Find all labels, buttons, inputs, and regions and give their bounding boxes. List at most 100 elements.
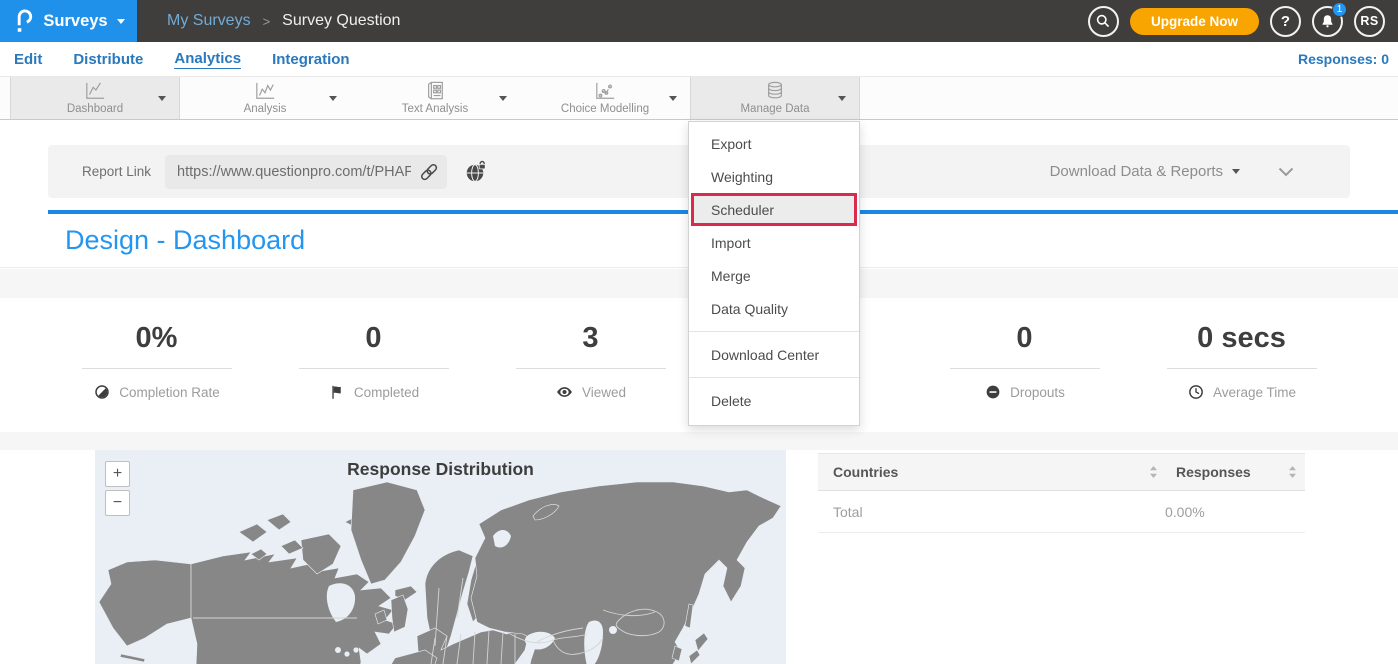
tab-manage-data[interactable]: Manage Data [690, 77, 860, 119]
table-row: Total 0.00% [818, 491, 1305, 533]
chevron-down-icon[interactable] [499, 96, 507, 101]
top-bar: Surveys My Surveys > Survey Question Upg… [0, 0, 1398, 42]
breadcrumb-my-surveys[interactable]: My Surveys [167, 12, 251, 30]
stat-label: Viewed [582, 385, 626, 400]
stat-label: Completed [354, 385, 419, 400]
flag-icon [328, 383, 346, 401]
menu-item-scheduler[interactable]: Scheduler [691, 193, 857, 226]
responses-count: Responses: 0 [1298, 51, 1398, 67]
notifications-button[interactable]: 1 [1312, 6, 1343, 37]
column-countries[interactable]: Countries [833, 464, 1149, 480]
breadcrumb: My Surveys > Survey Question [167, 12, 400, 30]
zoom-in-button[interactable]: + [105, 461, 130, 487]
analytics-toolbar: Dashboard Analysis Text Analysis [0, 76, 1398, 120]
stat-value: 0 [365, 324, 381, 353]
column-responses[interactable]: Responses [1176, 464, 1288, 480]
help-button[interactable]: ? [1270, 6, 1301, 37]
report-link-label: Report Link [82, 164, 151, 179]
download-data-reports-menu[interactable]: Download Data & Reports [1050, 163, 1223, 180]
tab-label: Analysis [244, 103, 287, 115]
stat-viewed: 3 Viewed [482, 298, 699, 432]
menu-item-import[interactable]: Import [689, 226, 859, 259]
chevron-down-icon[interactable] [669, 96, 677, 101]
countries-table-header: Countries Responses [818, 453, 1305, 491]
divider [516, 368, 666, 369]
menu-item-weighting[interactable]: Weighting [689, 160, 859, 193]
report-link-url[interactable]: https://www.questionpro.com/t/PHAF [177, 164, 411, 180]
line-chart-icon [84, 81, 106, 101]
menu-item-merge[interactable]: Merge [689, 259, 859, 292]
country-cell: Total [833, 504, 1165, 520]
divider [82, 368, 232, 369]
stat-average-time: 0 secs Average Time [1133, 298, 1350, 432]
chevron-down-icon[interactable] [158, 96, 166, 101]
chevron-down-icon [117, 19, 125, 24]
upgrade-now-button[interactable]: Upgrade Now [1130, 8, 1259, 35]
menu-divider [689, 377, 859, 378]
stat-completed: 0 Completed [265, 298, 482, 432]
menu-item-data-quality[interactable]: Data Quality [689, 292, 859, 325]
topbar-actions: Upgrade Now ? 1 RS [1088, 6, 1398, 37]
chevron-down-icon[interactable] [1232, 169, 1240, 174]
notification-badge: 1 [1332, 2, 1347, 17]
question-mark-icon: ? [1281, 13, 1290, 30]
bell-icon [1319, 13, 1336, 30]
nav-edit[interactable]: Edit [14, 51, 42, 68]
document-icon [424, 81, 446, 101]
survey-nav: Edit Distribute Analytics Integration Re… [0, 42, 1398, 76]
questionpro-logo-icon [12, 7, 34, 35]
chevron-down-icon[interactable] [329, 96, 337, 101]
stat-value: 0 secs [1197, 324, 1286, 353]
tab-label: Dashboard [67, 103, 123, 115]
breadcrumb-current-survey: Survey Question [282, 12, 400, 30]
tab-label: Text Analysis [402, 103, 468, 115]
map-title: Response Distribution [95, 459, 786, 480]
stat-dropouts: 0 Dropouts [916, 298, 1133, 432]
clock-icon [1187, 383, 1205, 401]
stat-value: 0% [136, 324, 178, 353]
stat-value: 3 [582, 324, 598, 353]
globe-lock-icon[interactable] [464, 160, 488, 184]
stat-label: Average Time [1213, 385, 1296, 400]
stat-label: Completion Rate [119, 385, 220, 400]
link-icon[interactable] [419, 162, 439, 182]
tab-text-analysis[interactable]: Text Analysis [350, 77, 520, 119]
sort-icon[interactable] [1149, 465, 1158, 479]
zoom-out-button[interactable]: − [105, 490, 130, 516]
nav-integration[interactable]: Integration [272, 51, 350, 68]
menu-item-download-center[interactable]: Download Center [689, 338, 859, 371]
tab-analysis[interactable]: Analysis [180, 77, 350, 119]
menu-item-delete[interactable]: Delete [689, 384, 859, 417]
map-zoom-controls: + − [105, 461, 130, 519]
surveys-product-menu[interactable]: Surveys [0, 0, 137, 42]
stat-label: Dropouts [1010, 385, 1065, 400]
nav-analytics[interactable]: Analytics [174, 50, 241, 69]
page-title: Design - Dashboard [65, 225, 305, 256]
divider [299, 368, 449, 369]
response-distribution-map[interactable]: Response Distribution + − [95, 450, 786, 664]
report-link-input[interactable]: https://www.questionpro.com/t/PHAF [165, 155, 447, 189]
breadcrumb-separator: > [263, 14, 271, 29]
menu-divider [689, 331, 859, 332]
database-icon [764, 81, 786, 101]
chevron-down-icon[interactable] [838, 96, 846, 101]
responses-cell: 0.00% [1165, 504, 1305, 520]
collapse-panel-chevron[interactable] [1278, 167, 1294, 177]
app-window: Surveys My Surveys > Survey Question Upg… [0, 0, 1398, 664]
search-icon [1094, 12, 1112, 30]
manage-data-dropdown: Export Weighting Scheduler Import Merge … [688, 121, 860, 426]
trend-chart-icon [254, 81, 276, 101]
stat-completion-rate: 0% Completion Rate [48, 298, 265, 432]
menu-item-export[interactable]: Export [689, 127, 859, 160]
eye-icon [555, 383, 574, 401]
search-button[interactable] [1088, 6, 1119, 37]
tab-dashboard[interactable]: Dashboard [10, 77, 180, 119]
world-map [95, 450, 786, 664]
nav-distribute[interactable]: Distribute [73, 51, 143, 68]
sort-icon[interactable] [1288, 465, 1297, 479]
tab-choice-modelling[interactable]: Choice Modelling [520, 77, 690, 119]
account-avatar[interactable]: RS [1354, 6, 1385, 37]
avatar-initials: RS [1360, 14, 1378, 28]
countries-table: Countries Responses Total 0.00% [818, 453, 1305, 533]
stat-value: 0 [1016, 324, 1032, 353]
